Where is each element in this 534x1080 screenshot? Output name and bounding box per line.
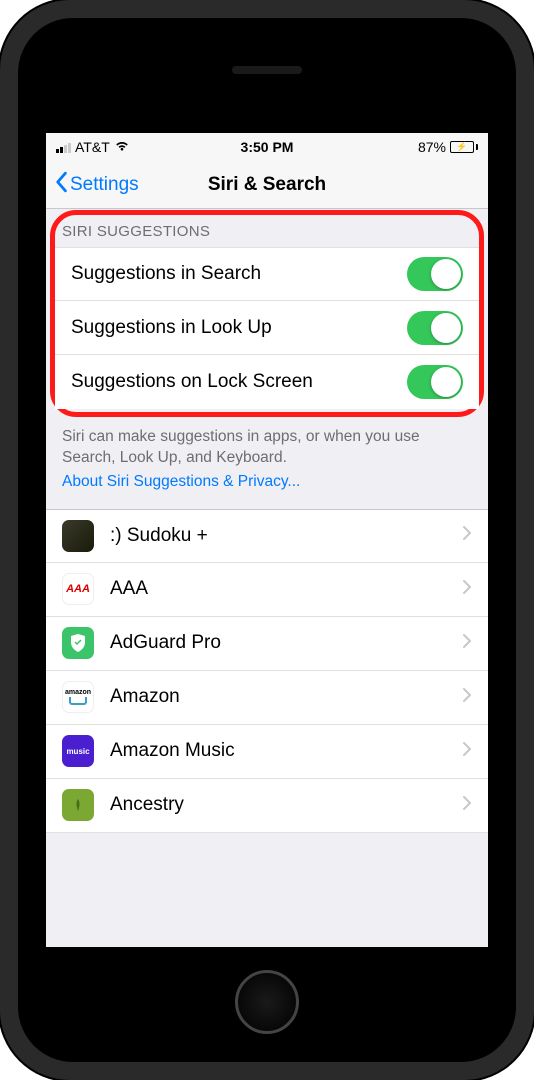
toggle-label: Suggestions in Search (71, 263, 407, 285)
toggle-row-lookup: Suggestions in Look Up (55, 301, 479, 355)
app-label: AAA (110, 578, 462, 600)
signal-icon (56, 141, 71, 153)
screen: AT&T 3:50 PM 87% ⚡ (46, 133, 488, 947)
toggle-switch-lockscreen[interactable] (407, 365, 463, 399)
status-time: 3:50 PM (241, 139, 294, 155)
toggle-row-lockscreen: Suggestions on Lock Screen (55, 355, 479, 409)
chevron-right-icon (462, 687, 472, 708)
chevron-right-icon (462, 579, 472, 600)
carrier-label: AT&T (75, 139, 110, 155)
back-button[interactable]: Settings (54, 171, 139, 199)
status-bar: AT&T 3:50 PM 87% ⚡ (46, 133, 488, 161)
home-button[interactable] (235, 970, 299, 1034)
app-icon-amazon-music: music (62, 735, 94, 767)
app-row-sudoku[interactable]: :) Sudoku + (46, 509, 488, 563)
device-frame: AT&T 3:50 PM 87% ⚡ (0, 0, 534, 1080)
app-icon-ancestry (62, 789, 94, 821)
footer-text: Siri can make suggestions in apps, or wh… (46, 417, 488, 473)
toggle-switch-search[interactable] (407, 257, 463, 291)
chevron-right-icon (462, 525, 472, 546)
app-icon-adguard (62, 627, 94, 659)
speaker-grille (232, 66, 302, 74)
app-row-amazon-music[interactable]: music Amazon Music (46, 725, 488, 779)
app-row-adguard[interactable]: AdGuard Pro (46, 617, 488, 671)
wifi-icon (114, 139, 130, 155)
toggle-switch-lookup[interactable] (407, 311, 463, 345)
chevron-right-icon (462, 795, 472, 816)
toggle-row-search: Suggestions in Search (55, 247, 479, 301)
chevron-right-icon (462, 633, 472, 654)
battery-icon: ⚡ (450, 141, 478, 153)
app-icon-amazon: amazon (62, 681, 94, 713)
chevron-right-icon (462, 741, 472, 762)
app-label: :) Sudoku + (110, 525, 462, 547)
app-icon-sudoku (62, 520, 94, 552)
back-label: Settings (70, 174, 139, 196)
chevron-left-icon (54, 171, 68, 199)
highlight-annotation: Suggestions in Search Suggestions in Loo… (50, 210, 484, 417)
app-list: :) Sudoku + AAA AAA AdGuard Pro (46, 509, 488, 833)
app-icon-aaa: AAA (62, 573, 94, 605)
nav-bar: Settings Siri & Search (46, 161, 488, 209)
toggle-label: Suggestions on Lock Screen (71, 371, 407, 393)
app-row-amazon[interactable]: amazon Amazon (46, 671, 488, 725)
app-row-aaa[interactable]: AAA AAA (46, 563, 488, 617)
privacy-link[interactable]: About Siri Suggestions & Privacy... (46, 473, 488, 509)
app-label: Amazon Music (110, 740, 462, 762)
battery-pct: 87% (418, 139, 446, 155)
app-row-ancestry[interactable]: Ancestry (46, 779, 488, 833)
app-label: AdGuard Pro (110, 632, 462, 654)
app-label: Amazon (110, 686, 462, 708)
toggle-label: Suggestions in Look Up (71, 317, 407, 339)
app-label: Ancestry (110, 794, 462, 816)
page-title: Siri & Search (208, 174, 326, 196)
